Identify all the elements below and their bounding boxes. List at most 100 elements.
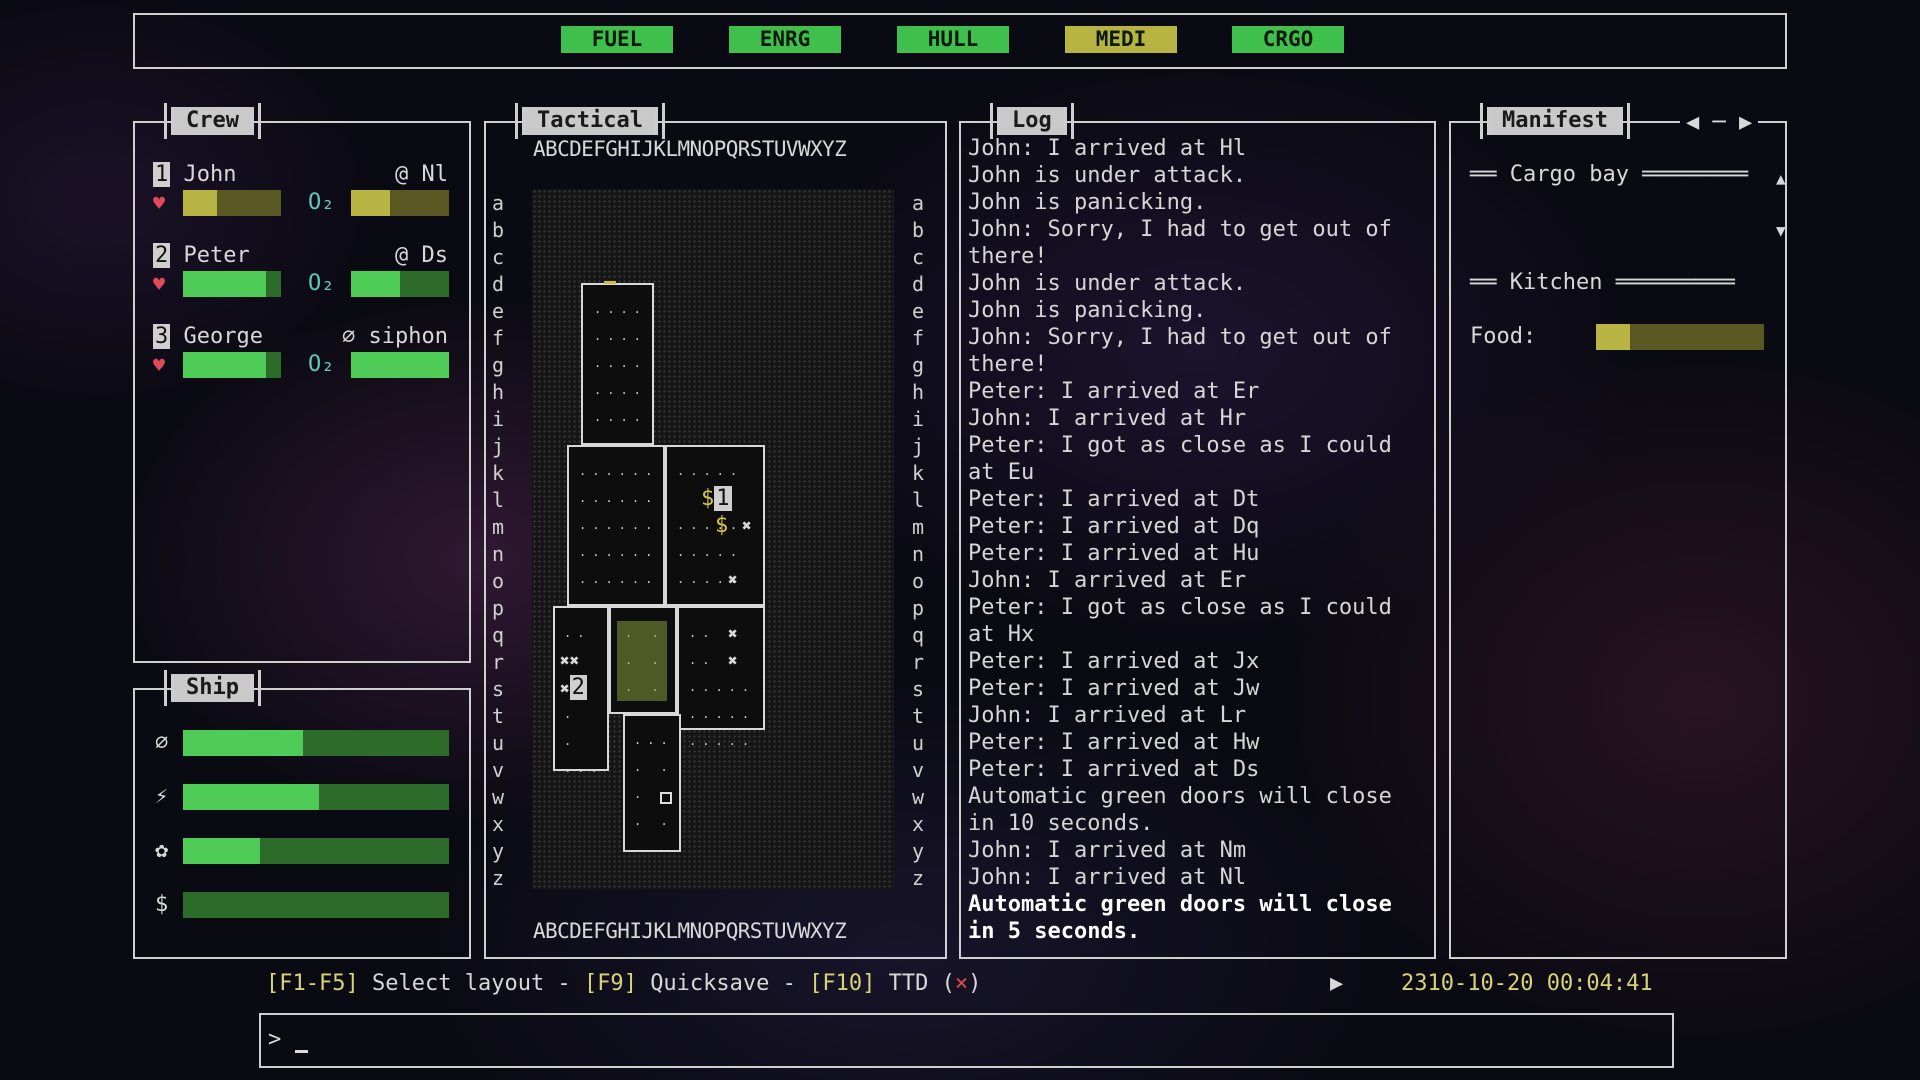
energy-tag[interactable]: ENRG [729, 26, 841, 53]
row-label: v [491, 758, 505, 782]
row-label: x [911, 812, 925, 836]
row-label: l [911, 488, 925, 512]
hull-tag[interactable]: HULL [897, 26, 1009, 53]
crew-member-2[interactable]: 2 Peter [153, 243, 250, 269]
crew-location: @ Nl [395, 162, 448, 187]
crew-marker-1[interactable]: $1 [701, 486, 732, 512]
row-label: q [911, 623, 925, 647]
ship-panel: Ship [133, 670, 471, 959]
health-bar [183, 190, 281, 216]
row-label: e [491, 299, 505, 323]
log-line: John: I arrived at Hl [968, 136, 1247, 161]
log-line: Peter: I arrived at Hu [968, 541, 1260, 566]
scroll-down-icon[interactable]: ▼ [1776, 218, 1786, 244]
crew-location: ∅ siphon [342, 324, 448, 349]
fuel-tag[interactable]: FUEL [561, 26, 673, 53]
row-label: i [911, 407, 925, 431]
log-line: John is under attack. [968, 163, 1247, 188]
log-line: Automatic green doors will close [968, 784, 1392, 809]
game-datetime: 2310-10-20 00:04:41 [1401, 971, 1653, 996]
row-label: f [491, 326, 505, 350]
row-label: z [911, 866, 925, 890]
row-label: z [491, 866, 505, 890]
log-line: John: I arrived at Nl [968, 865, 1247, 890]
energy-bar [183, 784, 449, 810]
log-line: Automatic green doors will close [968, 892, 1392, 917]
row-label: u [911, 731, 925, 755]
oxygen-bar [351, 190, 449, 216]
column-labels-top: ABCDEFGHIJKLMNOPQRSTUVWXYZ [533, 137, 847, 161]
row-label: e [911, 299, 925, 323]
crew-member-3[interactable]: 3 George [153, 324, 263, 350]
log-line: John is under attack. [968, 271, 1247, 296]
crew-name: Peter [183, 243, 250, 268]
row-label: h [911, 380, 925, 404]
keybind-help: [F1-F5] Select layout - [F9] Quicksave -… [266, 971, 982, 996]
money-bar [183, 892, 449, 918]
crew-number: 3 [153, 324, 171, 349]
floor-dots: .. .. ..... ..... ..... [689, 626, 756, 748]
row-label: k [491, 461, 505, 485]
crew-number: 1 [153, 162, 171, 187]
row-label: t [911, 704, 925, 728]
row-label: m [491, 515, 505, 539]
row-label: a [911, 191, 925, 215]
cargo-tag[interactable]: CRGO [1232, 26, 1344, 53]
crew-member-1[interactable]: 1 John [153, 162, 236, 188]
row-label: o [911, 569, 925, 593]
row-label: o [491, 569, 505, 593]
enemy-marker: ✖ [742, 516, 752, 535]
oxygen-label: O₂ [308, 190, 335, 215]
scroll-up-icon[interactable]: ▲ [1776, 166, 1786, 192]
log-line: Peter: I arrived at Ds [968, 757, 1260, 782]
heart-icon: ♥ [153, 272, 166, 296]
kitchen-header: ══ Kitchen ═════════ [1470, 270, 1735, 295]
log-line: John: Sorry, I had to get out of [968, 217, 1392, 242]
row-label: n [491, 542, 505, 566]
crew-location: @ Ds [395, 243, 448, 268]
log-line: Peter: I arrived at Jx [968, 649, 1260, 674]
row-label: r [491, 650, 505, 674]
floor-dots: . . . . . . [625, 626, 665, 694]
row-label: l [491, 488, 505, 512]
shield-bar [183, 730, 449, 756]
log-line: Peter: I got as close as I could [968, 433, 1392, 458]
food-bar [1596, 324, 1764, 350]
text-cursor [295, 1050, 308, 1053]
log-line: John: I arrived at Lr [968, 703, 1247, 728]
row-label: g [911, 353, 925, 377]
food-label: Food: [1470, 324, 1537, 349]
log-line: John: I arrived at Hr [968, 406, 1247, 431]
prompt-symbol: > [268, 1027, 282, 1052]
ship-panel-title: Ship [164, 670, 261, 706]
row-label: a [491, 191, 505, 215]
crew-marker-2[interactable]: ✖2 [560, 675, 587, 702]
row-label: r [911, 650, 925, 674]
manifest-panel-title: Manifest [1480, 103, 1630, 139]
health-bar [183, 271, 281, 297]
heart-icon: ♥ [153, 353, 166, 377]
row-label: y [491, 839, 505, 863]
command-input[interactable] [259, 1013, 1674, 1068]
money-icon: $ [155, 892, 169, 917]
enemy-marker: ✖ [728, 651, 738, 670]
console-icon[interactable] [660, 792, 672, 804]
health-bar [183, 352, 281, 378]
medical-tag[interactable]: MEDI [1065, 26, 1177, 53]
log-line: Peter: I arrived at Jw [968, 676, 1260, 701]
log-line: in 10 seconds. [968, 811, 1154, 836]
log-line: Peter: I arrived at Hw [968, 730, 1260, 755]
play-button[interactable]: ▶ [1330, 971, 1343, 997]
manifest-nav[interactable]: ◀ ─ ▶ [1680, 110, 1759, 136]
log-line: at Hx [968, 622, 1035, 647]
door-marker [604, 281, 616, 284]
log-line: Peter: I arrived at Dt [968, 487, 1260, 512]
crew-name: George [183, 324, 263, 349]
enemy-marker: ✖ [728, 624, 738, 643]
row-label: h [491, 380, 505, 404]
row-label: j [491, 434, 505, 458]
row-label: c [911, 245, 925, 269]
row-label: m [911, 515, 925, 539]
row-label: b [491, 218, 505, 242]
row-label: n [911, 542, 925, 566]
